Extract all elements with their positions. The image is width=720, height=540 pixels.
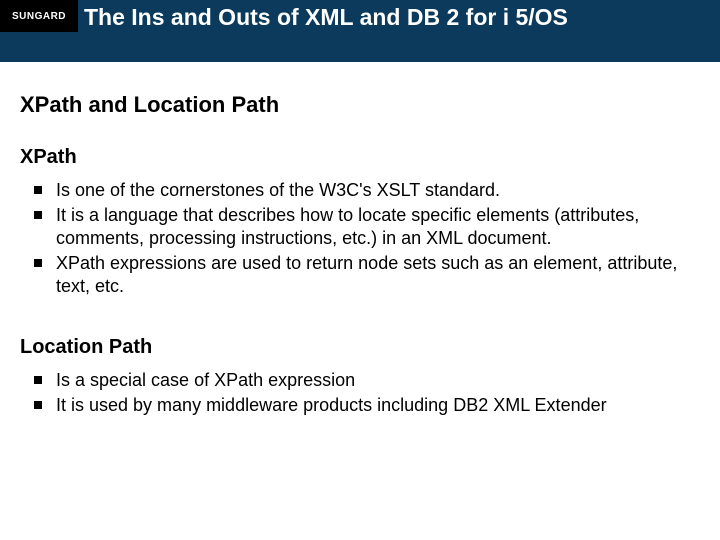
section-location-path: Location Path Is a special case of XPath… xyxy=(20,336,690,417)
slide: SUNGARD The Ins and Outs of XML and DB 2… xyxy=(0,0,720,540)
bullet-list: Is one of the cornerstones of the W3C's … xyxy=(20,179,690,298)
list-item: Is a special case of XPath expression xyxy=(56,369,690,392)
section-xpath: XPath Is one of the cornerstones of the … xyxy=(20,146,690,298)
brand-logo: SUNGARD xyxy=(0,0,78,32)
list-item: It is used by many middleware products i… xyxy=(56,394,690,417)
subheading-xpath: XPath xyxy=(20,146,690,169)
section-heading: XPath and Location Path xyxy=(20,92,690,118)
subheading-location-path: Location Path xyxy=(20,336,690,359)
list-item: It is a language that describes how to l… xyxy=(56,204,690,250)
page-title: The Ins and Outs of XML and DB 2 for i 5… xyxy=(84,4,710,31)
bullet-list: Is a special case of XPath expression It… xyxy=(20,369,690,417)
list-item: XPath expressions are used to return nod… xyxy=(56,252,690,298)
list-item: Is one of the cornerstones of the W3C's … xyxy=(56,179,690,202)
slide-body: XPath and Location Path XPath Is one of … xyxy=(20,92,690,455)
brand-logo-text: SUNGARD xyxy=(12,11,66,22)
